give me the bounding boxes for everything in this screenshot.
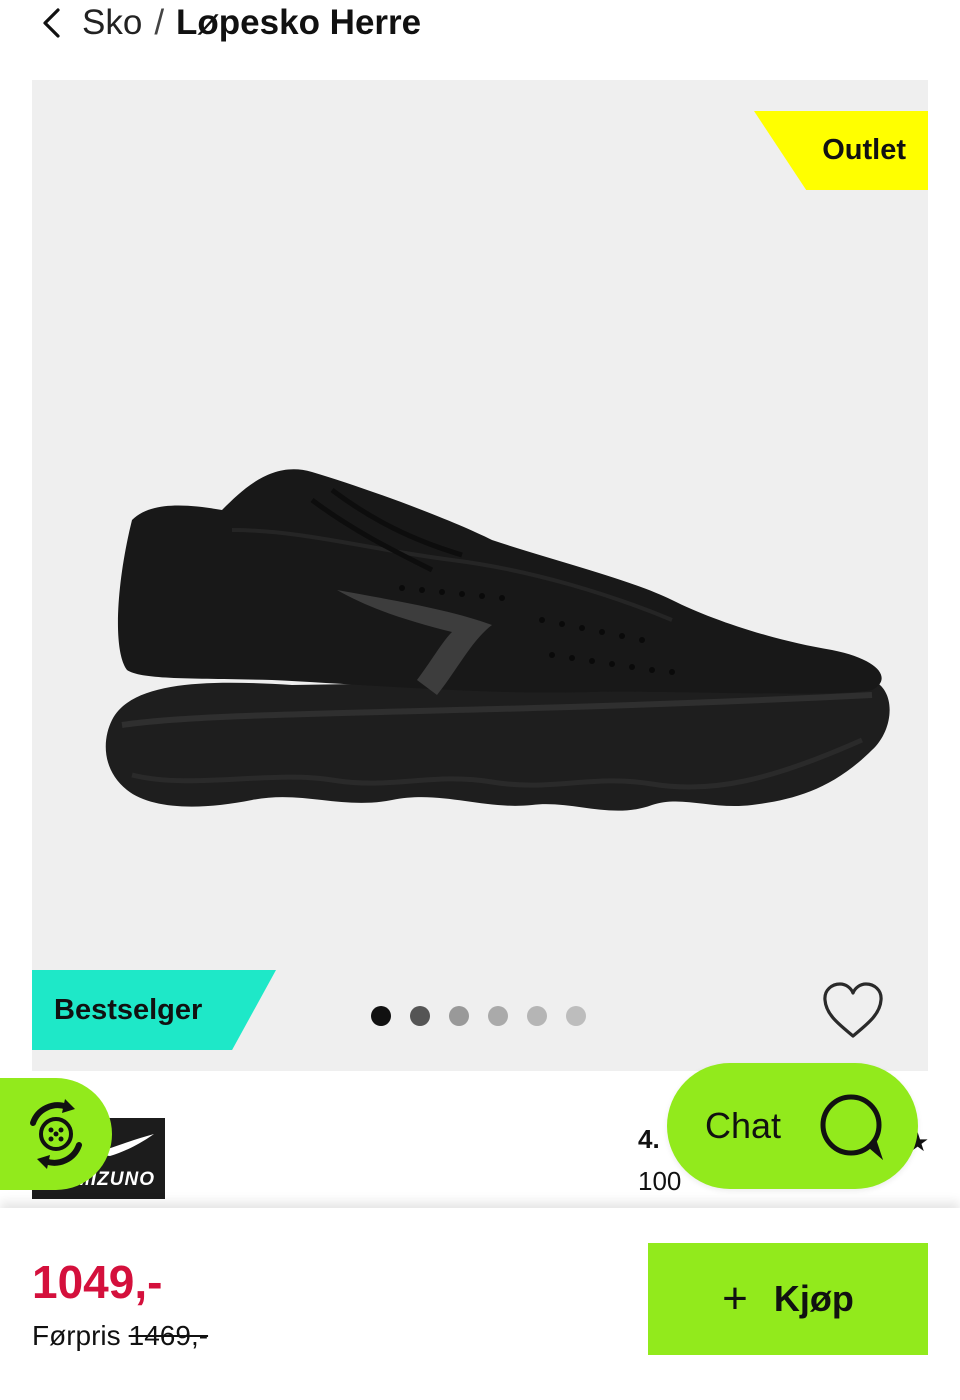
- gallery-dot[interactable]: [488, 1006, 508, 1026]
- gallery-dot[interactable]: [527, 1006, 547, 1026]
- back-chevron-icon[interactable]: [40, 5, 68, 41]
- recommend-percentage: 100: [638, 1166, 682, 1196]
- breadcrumb-current: Løpesko Herre: [176, 3, 422, 42]
- bestseller-badge: Bestselger: [32, 970, 276, 1050]
- gallery-dot[interactable]: [410, 1006, 430, 1026]
- product-image: [105, 469, 890, 811]
- breadcrumb-parent-link[interactable]: Sko: [82, 3, 142, 43]
- recycle-icon: [30, 1099, 82, 1169]
- chat-button[interactable]: Chat: [667, 1063, 918, 1189]
- former-price-label: Førpris: [32, 1320, 121, 1351]
- gallery-dot[interactable]: [449, 1006, 469, 1026]
- sustainability-badge[interactable]: [0, 1078, 112, 1190]
- gallery-pagination: [371, 1006, 586, 1026]
- gallery-dot[interactable]: [566, 1006, 586, 1026]
- current-price: 1049,-: [32, 1256, 163, 1308]
- product-image-gallery[interactable]: Outlet Bestselger: [32, 80, 928, 1071]
- breadcrumb-separator: /: [154, 3, 165, 42]
- plus-icon: +: [722, 1274, 748, 1323]
- buy-button[interactable]: + Kjøp: [648, 1243, 928, 1355]
- breadcrumb: Sko / Løpesko Herre: [40, 0, 421, 46]
- outlet-badge: Outlet: [754, 111, 928, 190]
- chat-label: Chat: [705, 1105, 782, 1146]
- former-price-value: 1469,-: [128, 1320, 209, 1351]
- buy-label: Kjøp: [773, 1278, 854, 1319]
- former-price: Førpris 1469,-: [32, 1320, 208, 1352]
- chat-bubble-icon: [820, 1094, 884, 1161]
- rating-value: 4.: [638, 1124, 660, 1154]
- favorite-heart-icon[interactable]: [820, 980, 886, 1042]
- purchase-bar: 1049,- Førpris 1469,- + Kjøp: [0, 1208, 960, 1400]
- gallery-dot[interactable]: [371, 1006, 391, 1026]
